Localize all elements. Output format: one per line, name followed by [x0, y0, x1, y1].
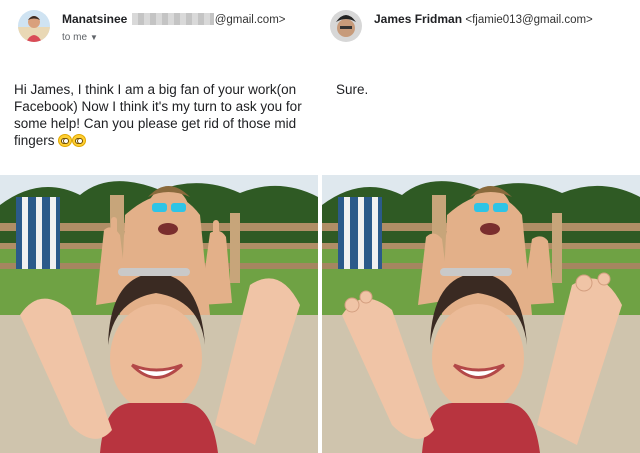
- recipient-label: to me: [62, 32, 88, 43]
- reply-email-panel: James Fridman <fjamie013@gmail.com> Sure…: [320, 0, 640, 453]
- edited-photo: [322, 175, 640, 453]
- flushed-face-emoji: [58, 134, 73, 147]
- sender-line: James Fridman <fjamie013@gmail.com>: [374, 12, 593, 26]
- original-photo: [0, 175, 318, 453]
- smiling-face-emoji: [72, 134, 87, 147]
- sender-line: Manatsinee @gmail.com>: [62, 12, 286, 26]
- original-email-panel: Manatsinee @gmail.com> to me ▼ Hi James, …: [0, 0, 320, 453]
- email-body-text: Sure.: [336, 82, 369, 97]
- sender-avatar[interactable]: [330, 10, 362, 42]
- sender-name: Manatsinee: [62, 12, 128, 26]
- recipient-dropdown[interactable]: to me ▼: [62, 32, 98, 43]
- sender-email-suffix: @gmail.com>: [214, 14, 286, 26]
- email-body: Hi James, I think I am a big fan of your…: [14, 81, 312, 149]
- email-body-text: Hi James, I think I am a big fan of your…: [14, 82, 302, 148]
- sender-email: <fjamie013@gmail.com>: [465, 14, 593, 26]
- chevron-down-icon: ▼: [90, 33, 98, 42]
- email-body: Sure.: [336, 81, 368, 98]
- sender-avatar[interactable]: [18, 10, 50, 42]
- redacted-email-part: [131, 13, 214, 25]
- sender-name: James Fridman: [374, 12, 463, 26]
